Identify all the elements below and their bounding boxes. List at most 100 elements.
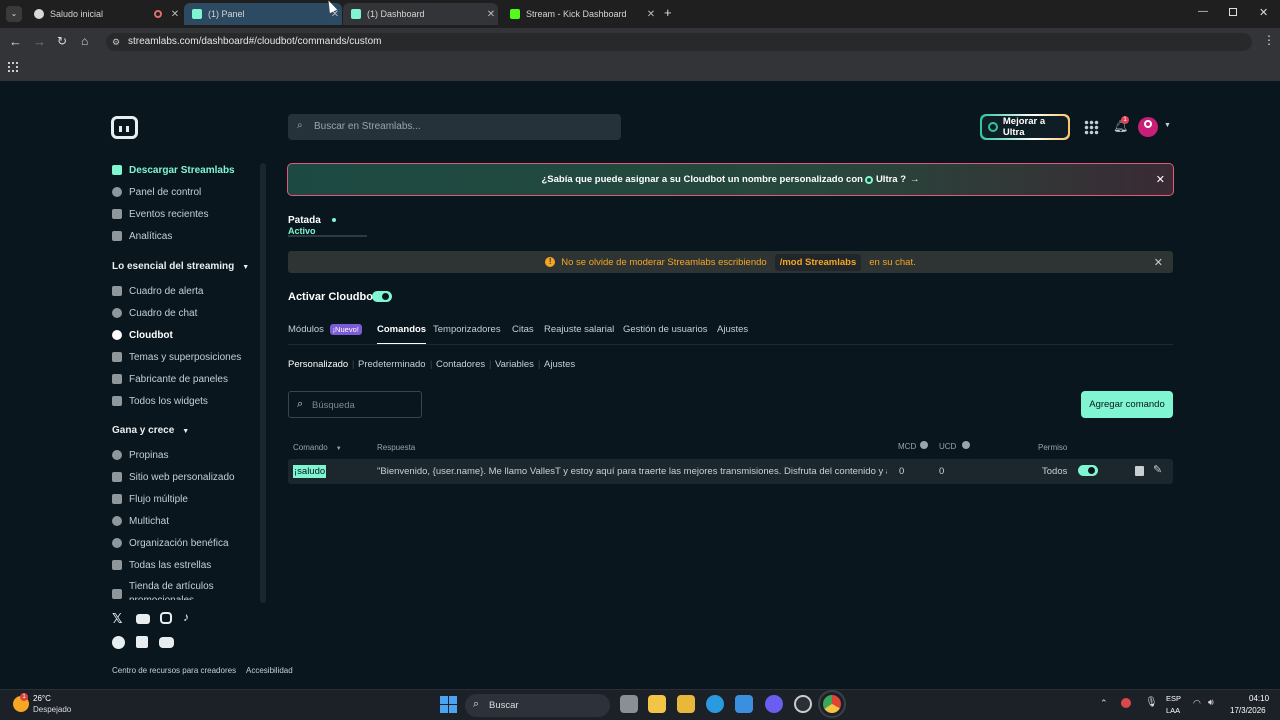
banner-ultra-link[interactable]: Ultra ? [876, 174, 906, 185]
start-windows-icon[interactable] [440, 696, 457, 713]
tray-app-icon[interactable] [1121, 698, 1131, 708]
store-icon[interactable] [677, 695, 695, 713]
sidebar-item-merch[interactable]: Tienda de artículos promocionales [112, 580, 252, 600]
new-tab-button[interactable]: + [664, 5, 672, 20]
sidebar-item-analytics[interactable]: Analíticas [112, 228, 172, 244]
section-streaming-essentials[interactable]: Lo esencial del streaming ▼ [112, 261, 249, 272]
keyboard-lang-2[interactable]: LAA [1166, 706, 1180, 715]
sidebar-item-recent-events[interactable]: Eventos recientes [112, 206, 209, 222]
task-view-icon[interactable] [620, 695, 638, 713]
sidebar-scrollbar[interactable] [260, 163, 266, 603]
sidebar-item-all-widgets[interactable]: Todos los widgets [112, 393, 208, 409]
close-tab-icon[interactable]: ✕ [644, 9, 658, 20]
section-earn-grow[interactable]: Gana y crece ▼ [112, 425, 189, 436]
table-row[interactable]: ¡saludo "Bienvenido, {user.name}. Me lla… [288, 459, 1173, 484]
subtab-settings[interactable]: Ajustes [544, 359, 575, 370]
tab-settings[interactable]: Ajustes [717, 324, 748, 335]
command-search-input[interactable]: ⌕ Búsqueda [288, 391, 422, 418]
close-tab-icon[interactable]: ✕ [484, 9, 498, 20]
microphone-icon[interactable]: 🎙︎ [1145, 697, 1158, 708]
sidebar-item-download[interactable]: Descargar Streamlabs [112, 162, 235, 178]
tray-chevron-up-icon[interactable]: ⌃ [1100, 698, 1108, 709]
weather-temp[interactable]: 26°C [33, 694, 51, 703]
upgrade-ultra-button[interactable]: Mejorar a Ultra [980, 114, 1070, 140]
back-icon[interactable]: ← [9, 34, 22, 49]
tab-timers[interactable]: Temporizadores [433, 324, 501, 335]
maximize-icon[interactable] [1229, 8, 1237, 16]
site-info-icon[interactable]: ⚙ [112, 37, 120, 48]
sidebar-item-dashboard[interactable]: Panel de control [112, 184, 201, 200]
close-notice-icon[interactable]: ✕ [1154, 256, 1163, 269]
discord-icon[interactable] [159, 637, 174, 648]
add-command-button[interactable]: Agregar comando [1081, 391, 1173, 418]
browser-tab[interactable]: Saludo inicial ✕ [26, 3, 182, 25]
edit-pencil-icon[interactable]: ✎ [1153, 463, 1162, 476]
apps-grid-icon[interactable] [1084, 120, 1099, 135]
taskbar-search[interactable]: ⌕ Buscar [465, 694, 610, 717]
sidebar-item-tips[interactable]: Propinas [112, 447, 168, 463]
mail-icon[interactable] [735, 695, 753, 713]
column-header-command[interactable]: Comando ▼ [293, 443, 342, 452]
tiktok-icon[interactable]: ♪ [183, 610, 189, 624]
close-banner-icon[interactable]: ✕ [1156, 173, 1165, 186]
sidebar-item-charity[interactable]: Organización benéfica [112, 535, 229, 551]
subtab-custom[interactable]: Personalizado [288, 359, 348, 370]
clock-date[interactable]: 17/3/2026 [1230, 706, 1266, 715]
tab-user-management[interactable]: Gestión de usuarios [623, 324, 708, 335]
sidebar-item-cloudbot[interactable]: Cloudbot [112, 327, 173, 343]
instagram-icon[interactable] [160, 612, 172, 624]
ultra-promo-banner[interactable]: ¿Sabía que puede asignar a su Cloudbot u… [287, 163, 1174, 196]
tab-quotes[interactable]: Citas [512, 324, 534, 335]
x-twitter-icon[interactable]: 𝕏 [112, 611, 122, 627]
youtube-icon[interactable] [136, 614, 150, 624]
volume-icon[interactable]: 🔊︎ [1208, 697, 1214, 708]
file-explorer-icon[interactable] [648, 695, 666, 713]
global-search-input[interactable]: ⌕ Buscar en Streamlabs... [288, 114, 621, 140]
chrome-icon[interactable] [818, 690, 846, 718]
sidebar-item-themes[interactable]: Temas y superposiciones [112, 349, 241, 365]
streamlabs-logo[interactable] [111, 116, 138, 139]
edge-icon[interactable] [706, 695, 724, 713]
browser-menu-icon[interactable]: ⋮ [1263, 33, 1275, 47]
tab-salary-adjust[interactable]: Reajuste salarial [544, 324, 614, 335]
sidebar-item-chat-box[interactable]: Cuadro de chat [112, 305, 197, 321]
apps-grid-icon[interactable] [8, 62, 18, 72]
wifi-icon[interactable]: ◠ [1193, 698, 1201, 709]
close-window-icon[interactable]: ✕ [1259, 6, 1268, 19]
discord-app-icon[interactable] [765, 695, 783, 713]
cloudbot-toggle[interactable] [372, 291, 392, 302]
browser-tab-active[interactable]: (1) Dashboard ✕ [343, 3, 498, 25]
keyboard-lang-1[interactable]: ESP [1166, 694, 1181, 703]
delete-trash-icon[interactable] [1135, 466, 1144, 476]
minimize-icon[interactable]: — [1198, 6, 1208, 17]
platform-tab[interactable]: Patada Activo [288, 215, 367, 237]
sidebar-item-multichat[interactable]: Multichat [112, 513, 169, 529]
command-name[interactable]: ¡saludo [293, 465, 327, 478]
reload-icon[interactable]: ↻ [57, 34, 67, 48]
facebook-icon[interactable] [112, 636, 125, 649]
footer-link-accessibility[interactable]: Accesibilidad [246, 666, 293, 675]
help-icon[interactable] [920, 441, 929, 449]
browser-tab[interactable]: (1) Panel ✕ [184, 3, 342, 25]
sidebar-item-website[interactable]: Sitio web personalizado [112, 469, 235, 485]
browser-tab[interactable]: Stream - Kick Dashboard ✕ [502, 3, 658, 25]
url-field[interactable]: ⚙ streamlabs.com/dashboard#/cloudbot/com… [106, 33, 1252, 51]
linkedin-icon[interactable] [136, 636, 148, 648]
command-enabled-toggle[interactable] [1078, 465, 1098, 476]
user-menu-chevron-down-icon[interactable]: ▼ [1164, 122, 1171, 129]
footer-link-creator-resources[interactable]: Centro de recursos para creadores [112, 666, 236, 675]
tab-commands[interactable]: Comandos [377, 324, 427, 345]
help-icon[interactable] [962, 441, 971, 449]
tab-list-dropdown-icon[interactable]: ⌄ [6, 6, 22, 22]
sidebar-item-panel-maker[interactable]: Fabricante de paneles [112, 371, 228, 387]
obs-icon[interactable] [794, 695, 812, 713]
clock-time[interactable]: 04:10 [1249, 694, 1269, 703]
home-icon[interactable]: ⌂ [81, 34, 88, 48]
close-tab-icon[interactable]: ✕ [168, 9, 182, 20]
sidebar-item-alert-box[interactable]: Cuadro de alerta [112, 283, 204, 299]
tab-modules[interactable]: Módulos ¡Nuevo! [288, 324, 362, 335]
sidebar-item-all-stars[interactable]: Todas las estrellas [112, 557, 211, 573]
forward-icon[interactable]: → [33, 34, 46, 49]
user-avatar[interactable] [1138, 117, 1158, 137]
sidebar-item-multistream[interactable]: Flujo múltiple [112, 491, 188, 507]
